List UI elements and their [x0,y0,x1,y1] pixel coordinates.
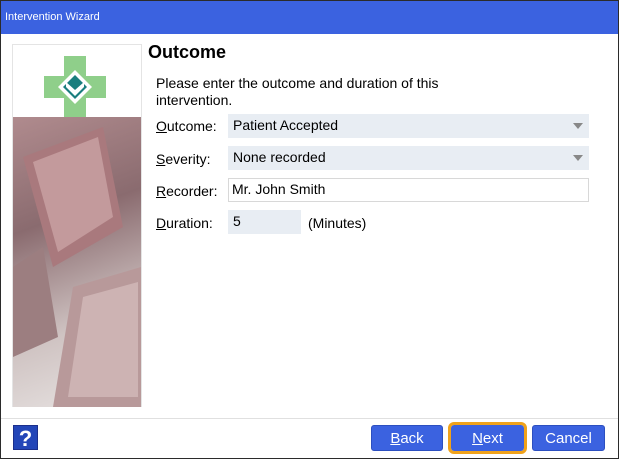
duration-input[interactable]: 5 [228,210,301,234]
help-question-icon[interactable]: ? [13,425,38,451]
outcome-label: Outcome: [156,118,217,134]
back-button[interactable]: Back [371,425,443,451]
severity-dropdown[interactable]: None recorded [228,146,589,170]
recorder-value: Mr. John Smith [232,181,326,197]
title-bar[interactable]: Intervention Wizard [1,1,618,34]
duration-value: 5 [233,213,241,229]
chevron-down-icon[interactable] [573,155,583,161]
outcome-value: Patient Accepted [233,117,339,133]
cancel-button[interactable]: Cancel [532,425,605,451]
pills-photo [13,117,141,407]
outcome-dropdown[interactable]: Patient Accepted [228,114,589,138]
duration-unit: (Minutes) [308,215,367,231]
page-description: Please enter the outcome and duration of… [156,75,439,108]
next-button[interactable]: Next [448,422,527,454]
chevron-down-icon[interactable] [573,123,583,129]
wizard-window: Intervention Wizard Outcome Please enter… [0,0,619,459]
duration-label: Duration: [156,215,213,231]
side-panel [12,44,142,407]
green-cross-logo-icon [44,56,106,118]
severity-label: Severity: [156,151,211,167]
recorder-label: Recorder: [156,183,218,199]
window-title: Intervention Wizard [5,11,100,23]
recorder-input[interactable]: Mr. John Smith [228,178,589,202]
page-title: Outcome [148,42,227,62]
footer-divider [1,418,618,419]
severity-value: None recorded [233,149,326,165]
